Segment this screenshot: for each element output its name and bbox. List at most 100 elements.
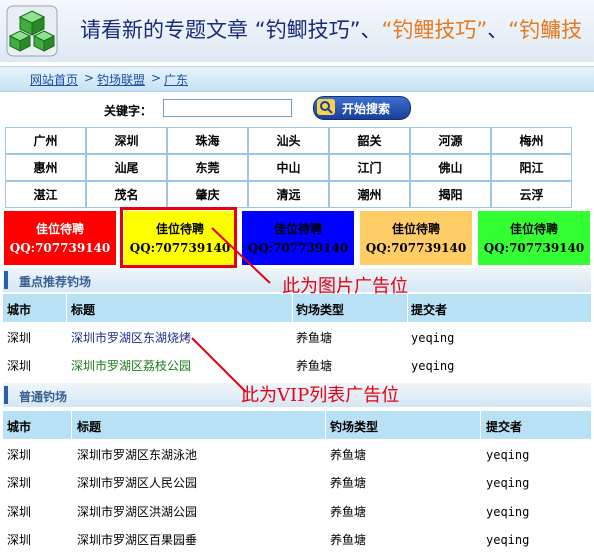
city-link[interactable]: 韶关	[329, 127, 410, 154]
quote-mark: ”	[349, 18, 361, 42]
cell-type: 养鱼塘	[330, 476, 367, 490]
topic-link[interactable]: 钓鲤技巧	[392, 18, 476, 42]
banner-prefix: 请看新的专题文章	[80, 18, 248, 42]
city-link[interactable]: 肇庆	[167, 181, 248, 208]
ad-contact: QQ:707739140	[9, 241, 111, 255]
featured-title-link[interactable]: 深圳市罗湖区荔枝公园	[71, 359, 191, 373]
cell-submitter: yeqing	[486, 505, 530, 519]
separator: 、	[360, 18, 382, 42]
quote-mark: ”	[476, 18, 488, 42]
col-city: 城市	[7, 303, 32, 317]
ad-title: 佳位待聘	[35, 222, 84, 236]
cell-city: 深圳	[7, 331, 32, 345]
featured-table-header: 城市 标题 钓场类型 提交者	[3, 294, 591, 322]
ad-contact: QQ:707739140	[365, 241, 467, 255]
normal-title-link[interactable]: 深圳市罗湖区人民公园	[77, 476, 197, 490]
cell-type: 养鱼塘	[296, 359, 333, 373]
cell-city: 深圳	[7, 448, 32, 462]
breadcrumb-sep: >	[84, 71, 95, 85]
col-type: 钓场类型	[296, 303, 345, 317]
cell-submitter: yeqing	[486, 533, 530, 547]
col-divider	[292, 294, 293, 322]
normal-title-link[interactable]: 深圳市罗湖区百果园垂	[77, 533, 197, 547]
section-bar	[4, 271, 8, 289]
breadcrumb-current[interactable]: 广东	[164, 73, 188, 87]
col-city: 城市	[7, 420, 32, 434]
cubes-logo-icon	[6, 5, 58, 57]
city-link[interactable]: 惠州	[5, 154, 86, 181]
cell-city: 深圳	[7, 359, 32, 373]
image-ad-slot[interactable]: 佳位待聘 QQ:707739140	[478, 211, 590, 265]
keyword-label: 关键字：	[104, 104, 153, 118]
ad-contact: QQ:707739140	[483, 241, 585, 255]
col-submitter: 提交者	[411, 303, 448, 317]
banner-headline[interactable]: 请看新的专题文章 “钓鲫技巧”、“钓鲤技巧”、“钓鳙技	[80, 14, 582, 44]
ad-title: 佳位待聘	[509, 222, 558, 236]
breadcrumb-sep: >	[151, 71, 162, 85]
col-divider	[407, 294, 408, 322]
col-title: 标题	[71, 303, 96, 317]
city-link[interactable]: 湛江	[5, 181, 86, 208]
col-divider	[480, 411, 481, 439]
breadcrumb-league[interactable]: 钓场联盟	[97, 73, 145, 87]
cell-type: 养鱼塘	[330, 505, 367, 519]
quote-mark: “	[508, 18, 520, 42]
col-type: 钓场类型	[330, 420, 379, 434]
keyword-input[interactable]	[163, 99, 292, 117]
normal-title-link[interactable]: 深圳市罗湖区东湖泳池	[77, 448, 197, 462]
ad-highlight-frame	[120, 207, 237, 268]
city-link[interactable]: 河源	[410, 127, 491, 154]
quote-mark: “	[381, 18, 393, 42]
cell-city: 深圳	[7, 476, 32, 490]
city-link[interactable]: 汕头	[248, 127, 329, 154]
city-link[interactable]: 茂名	[86, 181, 167, 208]
featured-title-link[interactable]: 深圳市罗湖区东湖烧烤	[71, 331, 191, 345]
cell-submitter: yeqing	[411, 331, 455, 345]
cell-type: 养鱼塘	[330, 533, 367, 547]
city-link[interactable]: 云浮	[491, 181, 572, 208]
cell-city: 深圳	[7, 505, 32, 519]
section-bar	[4, 386, 8, 404]
image-ad-slot[interactable]: 佳位待聘 QQ:707739140	[360, 211, 472, 265]
col-divider	[71, 411, 72, 439]
city-link[interactable]: 珠海	[167, 127, 248, 154]
breadcrumb-home[interactable]: 网站首页	[30, 73, 78, 87]
topic-link[interactable]: 钓鳙技	[519, 18, 582, 42]
city-link[interactable]: 阳江	[491, 154, 572, 181]
city-link[interactable]: 佛山	[410, 154, 491, 181]
top-banner: 请看新的专题文章 “钓鲫技巧”、“钓鲤技巧”、“钓鳙技	[0, 0, 594, 62]
city-link[interactable]: 深圳	[86, 127, 167, 154]
city-link[interactable]: 梅州	[491, 127, 572, 154]
city-link[interactable]: 东莞	[167, 154, 248, 181]
city-link[interactable]: 江门	[329, 154, 410, 181]
separator: 、	[487, 18, 509, 42]
col-title: 标题	[77, 420, 102, 434]
image-ad-annotation: 此为图片广告位	[282, 276, 408, 297]
image-ad-slot[interactable]: 佳位待聘 QQ:707739140	[242, 211, 354, 265]
normal-section-title: 普通钓场	[19, 390, 68, 404]
city-link[interactable]: 揭阳	[410, 181, 491, 208]
city-link[interactable]: 汕尾	[86, 154, 167, 181]
col-divider	[66, 294, 67, 322]
cell-type: 养鱼塘	[296, 331, 333, 345]
city-link[interactable]: 清远	[248, 181, 329, 208]
city-link[interactable]: 中山	[248, 154, 329, 181]
city-link[interactable]: 潮州	[329, 181, 410, 208]
city-link[interactable]: 广州	[5, 127, 86, 154]
search-button[interactable]: 开始搜索	[313, 96, 411, 120]
topic-link[interactable]: 钓鲫技巧	[266, 18, 350, 42]
magnifier-icon	[317, 99, 335, 115]
ad-title: 佳位待聘	[273, 222, 322, 236]
cell-submitter: yeqing	[486, 448, 530, 462]
featured-section-title: 重点推荐钓场	[19, 275, 92, 289]
ad-title: 佳位待聘	[391, 222, 440, 236]
normal-title-link[interactable]: 深圳市罗湖区洪湖公园	[77, 505, 197, 519]
city-grid: 广州 深圳 珠海 汕头 韶关 河源 梅州 惠州 汕尾 东莞 中山 江门 佛山 阳…	[5, 127, 572, 208]
cell-submitter: yeqing	[486, 476, 530, 490]
cell-type: 养鱼塘	[330, 448, 367, 462]
normal-table-header: 城市 标题 钓场类型 提交者	[3, 411, 591, 439]
breadcrumb: 网站首页 > 钓场联盟 > 广东	[0, 66, 594, 92]
col-divider	[325, 411, 326, 439]
quote-mark: “	[254, 18, 266, 42]
image-ad-slot[interactable]: 佳位待聘 QQ:707739140	[4, 211, 116, 265]
